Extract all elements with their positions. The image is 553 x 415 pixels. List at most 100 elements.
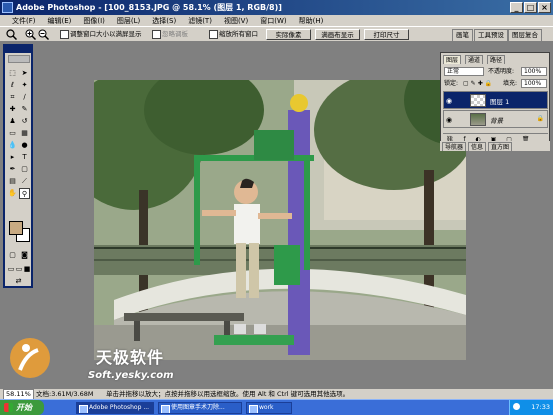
layer-thumbnail	[470, 113, 486, 126]
window-controls: _ □ ×	[510, 2, 551, 13]
eye-icon[interactable]: ◉	[446, 97, 452, 105]
doc-info[interactable]: 文档:3.61M/3.68M	[36, 390, 94, 399]
status-bar: 58.11% 文档:3.61M/3.68M 单击并拖移以放大；点按并拖移以用选框…	[0, 388, 553, 400]
zoom-tool-icon[interactable]: ⚲	[19, 188, 30, 199]
gradient-tool-icon[interactable]: ▦	[19, 128, 30, 139]
watermark-english: Soft.yesky.com	[88, 370, 174, 381]
menu-layer[interactable]: 图层(L)	[117, 16, 140, 26]
document-canvas[interactable]	[94, 80, 466, 360]
move-tool-icon[interactable]: ➤	[19, 68, 30, 79]
toolbox-logo	[8, 55, 30, 63]
tab-navigator[interactable]: 导航器	[442, 142, 467, 151]
toolbox-header	[5, 46, 31, 53]
layer-thumbnail	[470, 94, 486, 107]
menu-file[interactable]: 文件(F)	[12, 16, 36, 26]
menu-edit[interactable]: 编辑(E)	[48, 16, 72, 26]
menu-select[interactable]: 选择(S)	[152, 16, 176, 26]
marquee-tool-icon[interactable]: ⬚	[7, 68, 18, 79]
slice-tool-icon[interactable]: ∕	[19, 92, 30, 103]
close-button[interactable]: ×	[538, 2, 551, 13]
shape-tool-icon[interactable]: ▢	[19, 164, 30, 175]
photo-image	[94, 80, 466, 360]
eraser-tool-icon[interactable]: ▭	[7, 128, 18, 139]
brush-tool-icon[interactable]: ✎	[19, 104, 30, 115]
photoshop-app-icon	[2, 2, 13, 13]
start-button[interactable]: 开始	[0, 400, 44, 415]
history-brush-tool-icon[interactable]: ↺	[19, 116, 30, 127]
actual-pixels-button[interactable]: 实际像素	[266, 29, 311, 40]
toolbox: ⬚ ➤ ℓ ✦ ⌗ ∕ ✚ ✎ ♟ ↺ ▭ ▦ 💧 ● ▸ T ✒ ▢ ▤ ⟋ …	[3, 44, 33, 288]
menu-image[interactable]: 图像(I)	[83, 16, 105, 26]
maximize-button[interactable]: □	[524, 2, 537, 13]
fit-on-screen-button[interactable]: 满画布显示	[315, 29, 360, 40]
print-size-button[interactable]: 打印尺寸	[364, 29, 409, 40]
options-bar: 调整窗口大小以满屏显示 忽略调板 缩放所有窗口 实际像素 满画布显示 打印尺寸 …	[0, 26, 553, 42]
path-selection-tool-icon[interactable]: ▸	[7, 152, 18, 163]
taskbar: 开始 Adobe Photoshop ... 使用图章手术刀除... work …	[0, 399, 553, 415]
jump-to-imageready-icon[interactable]: ⇄	[13, 276, 24, 287]
title-bar: Adobe Photoshop - [100_8153.JPG @ 58.1% …	[0, 0, 553, 15]
fill-field[interactable]: 100%	[521, 79, 547, 88]
dodge-tool-icon[interactable]: ●	[19, 140, 30, 151]
taskbar-item-article[interactable]: 使用图章手术刀除...	[158, 402, 242, 414]
layer-row[interactable]: ◉ 背景 🔒	[443, 110, 548, 128]
yesky-logo-icon	[10, 338, 50, 378]
lock-label: 锁定:	[444, 80, 459, 87]
opacity-label: 不透明度:	[488, 68, 515, 75]
tab-histogram[interactable]: 直方图	[488, 142, 513, 151]
blend-mode-select[interactable]: 正常	[444, 67, 484, 76]
tab-tool-presets[interactable]: 工具预设	[474, 29, 508, 41]
menu-bar: 文件(F) 编辑(E) 图像(I) 图层(L) 选择(S) 滤镜(T) 视图(V…	[0, 15, 553, 26]
healing-brush-tool-icon[interactable]: ✚	[7, 104, 18, 115]
taskbar-item-work[interactable]: work	[246, 402, 292, 414]
hand-tool-icon[interactable]: ✋	[7, 188, 18, 199]
blur-tool-icon[interactable]: 💧	[7, 140, 18, 151]
notes-tool-icon[interactable]: ▤	[7, 176, 18, 187]
foreground-color-swatch[interactable]	[9, 221, 23, 235]
tab-layer-comps[interactable]: 图层复合	[508, 29, 542, 41]
lock-icons[interactable]: ▢✎✚🔒	[463, 79, 494, 88]
ignore-palettes-checkbox[interactable]: 忽略调板	[152, 29, 188, 40]
clone-stamp-tool-icon[interactable]: ♟	[7, 116, 18, 127]
tray-icon[interactable]	[513, 403, 520, 410]
pen-tool-icon[interactable]: ✒	[7, 164, 18, 175]
menu-help[interactable]: 帮助(H)	[299, 16, 324, 26]
zoom-out-icon[interactable]	[38, 29, 49, 40]
crop-tool-icon[interactable]: ⌗	[7, 92, 18, 103]
tab-brushes[interactable]: 画笔	[452, 29, 473, 41]
tab-paths[interactable]: 路径	[487, 55, 506, 64]
menu-filter[interactable]: 滤镜(T)	[188, 16, 212, 26]
screen-mode-standard-icon[interactable]: ▭	[7, 264, 15, 275]
taskbar-item-photoshop[interactable]: Adobe Photoshop ...	[76, 402, 154, 414]
standard-mode-icon[interactable]: ▢	[7, 250, 18, 261]
layer-row[interactable]: ◉ 图层 1	[443, 91, 548, 109]
tab-channels[interactable]: 通道	[465, 55, 484, 64]
fill-label: 填充:	[503, 80, 518, 87]
zoom-all-windows-checkbox[interactable]: 缩放所有窗口	[209, 29, 258, 40]
zoom-icon[interactable]	[6, 29, 17, 40]
screen-mode-full-menu-icon[interactable]: ▭	[15, 264, 23, 275]
lock-icon: 🔒	[536, 115, 544, 122]
tab-info[interactable]: 信息	[468, 142, 487, 151]
layer-name: 背景	[490, 117, 503, 125]
resize-windows-checkbox[interactable]: 调整窗口大小以满屏显示	[60, 29, 142, 40]
status-hint: 单击并拖移以放大；点按并拖移以用选框缩放。使用 Alt 和 Ctrl 键可选用其…	[106, 390, 350, 398]
eyedropper-tool-icon[interactable]: ⟋	[19, 176, 30, 187]
tab-layers[interactable]: 图层	[443, 55, 462, 64]
opacity-field[interactable]: 100%	[521, 67, 547, 76]
quick-mask-icon[interactable]: ◙	[19, 250, 30, 261]
zoom-in-icon[interactable]	[25, 29, 36, 40]
menu-view[interactable]: 视图(V)	[224, 16, 248, 26]
menu-window[interactable]: 窗口(W)	[260, 16, 286, 26]
magic-wand-tool-icon[interactable]: ✦	[19, 80, 30, 91]
type-tool-icon[interactable]: T	[19, 152, 30, 163]
screen-mode-full-icon[interactable]: ■	[23, 264, 31, 275]
minimize-button[interactable]: _	[510, 2, 523, 13]
system-tray: 17:33	[509, 400, 553, 415]
lasso-tool-icon[interactable]: ℓ	[7, 80, 18, 91]
eye-icon[interactable]: ◉	[446, 116, 452, 124]
layer-name: 图层 1	[490, 98, 510, 106]
window-title: Adobe Photoshop - [100_8153.JPG @ 58.1% …	[16, 3, 282, 12]
layers-palette: 图层 通道 路径 正常 不透明度: 100% 锁定: ▢✎✚🔒 填充: 100%…	[440, 52, 550, 148]
clock: 17:33	[531, 403, 550, 411]
